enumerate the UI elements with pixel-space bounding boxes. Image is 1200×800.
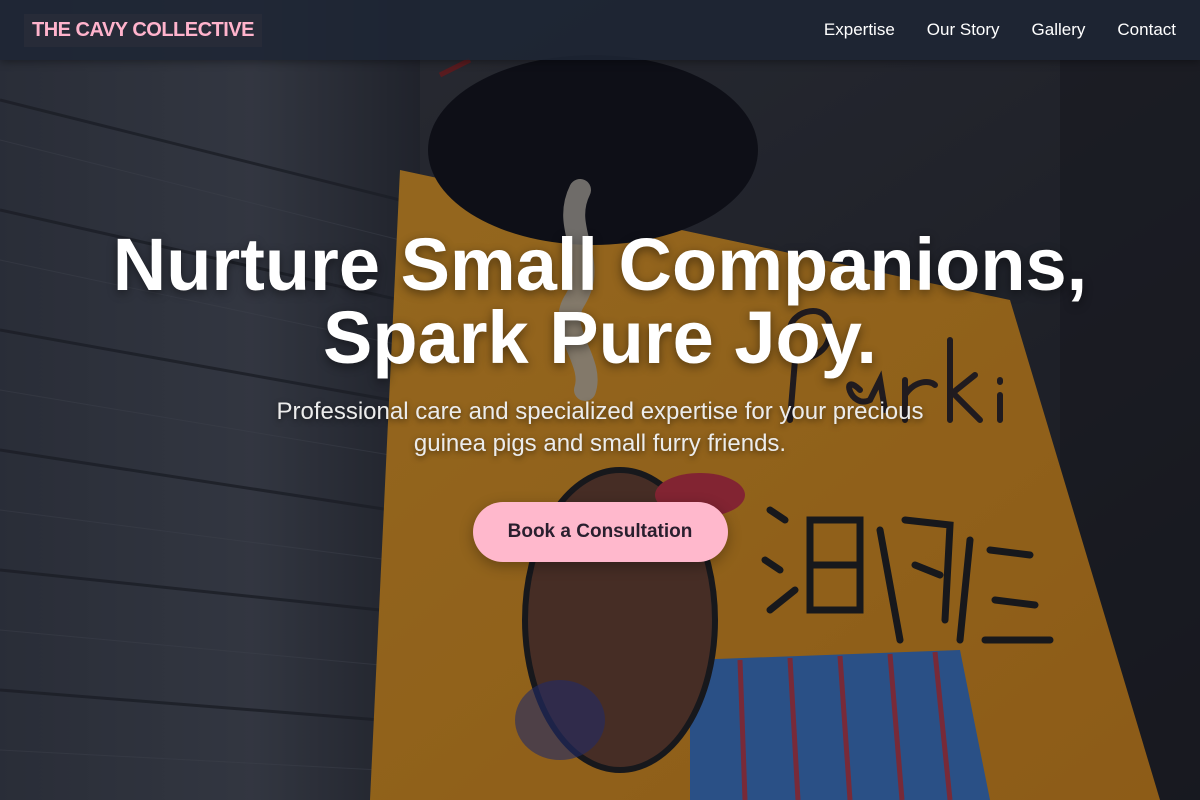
brand-logo[interactable]: THE CAVY COLLECTIVE bbox=[24, 13, 263, 47]
hero-title-line-1: Nurture Small Companions, bbox=[112, 223, 1088, 306]
nav-link-expertise[interactable]: Expertise bbox=[824, 20, 895, 40]
hero-content: Nurture Small Companions, Spark Pure Joy… bbox=[0, 228, 1200, 562]
hero-title: Nurture Small Companions, Spark Pure Joy… bbox=[0, 223, 1200, 379]
nav-link-gallery[interactable]: Gallery bbox=[1032, 20, 1086, 40]
nav-link-contact[interactable]: Contact bbox=[1117, 20, 1176, 40]
nav-links: Expertise Our Story Gallery Contact bbox=[824, 20, 1176, 40]
nav-link-our-story[interactable]: Our Story bbox=[927, 20, 1000, 40]
hero-subtitle: Professional care and specialized expert… bbox=[276, 398, 924, 457]
book-consultation-button[interactable]: Book a Consultation bbox=[472, 502, 728, 562]
hero-title-line-2: Spark Pure Joy. bbox=[323, 296, 877, 379]
top-navbar: THE CAVY COLLECTIVE Expertise Our Story … bbox=[0, 0, 1200, 60]
